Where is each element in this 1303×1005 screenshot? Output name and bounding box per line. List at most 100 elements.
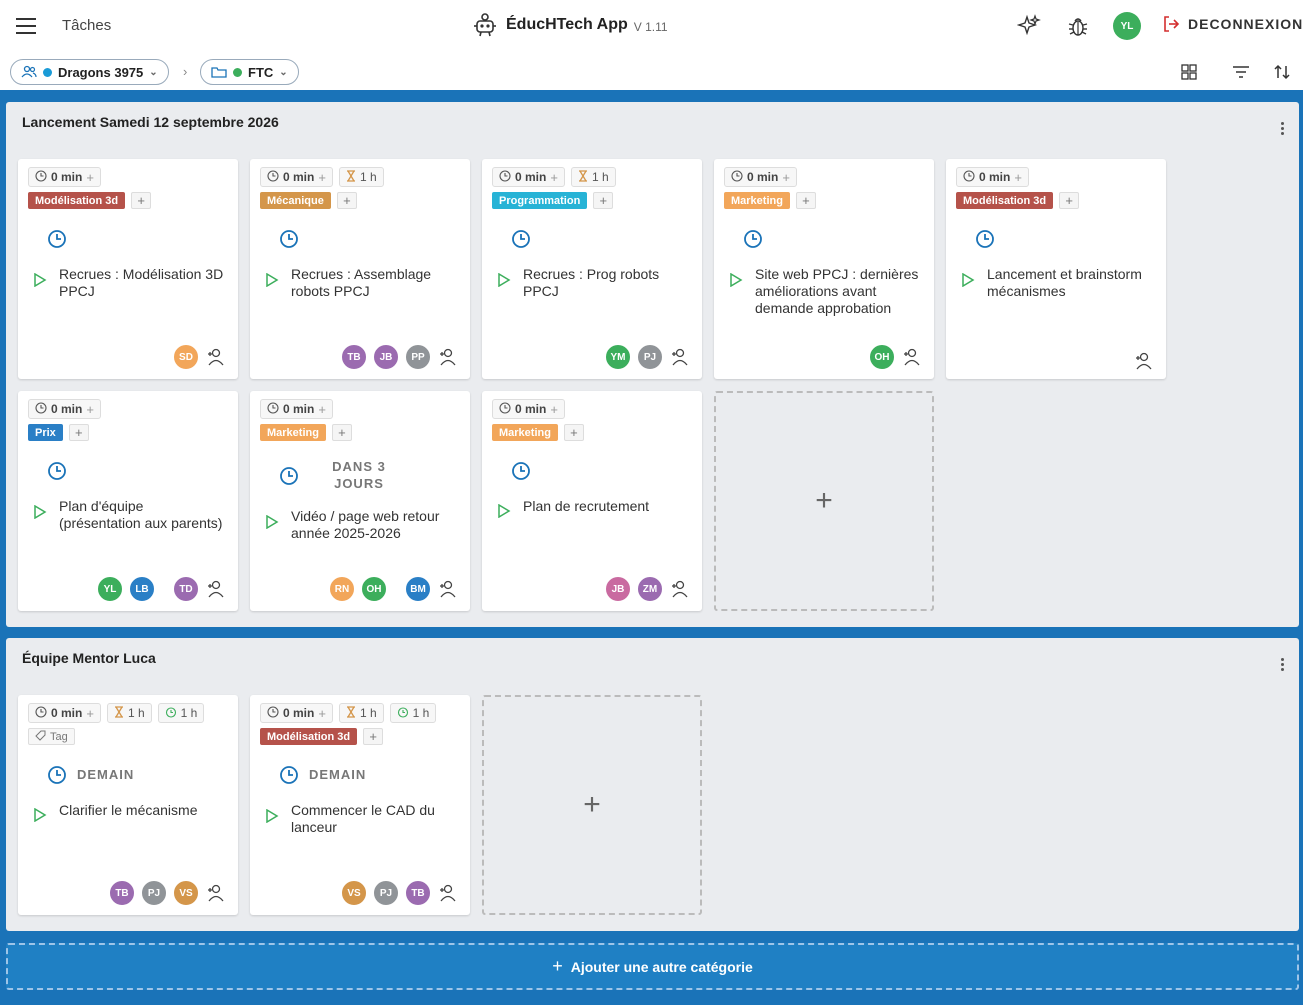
user-avatar[interactable]: YL <box>1113 12 1141 40</box>
bug-report-icon[interactable] <box>1065 13 1091 39</box>
add-tag-button[interactable]: + <box>68 424 89 441</box>
add-tag-button[interactable]: + <box>563 424 584 441</box>
play-icon[interactable] <box>265 808 279 824</box>
add-task-button[interactable]: + <box>714 391 934 611</box>
assignee-avatar[interactable]: VS <box>340 879 368 907</box>
assignee-avatar[interactable]: TB <box>340 343 368 371</box>
due-clock-icon[interactable] <box>47 765 67 785</box>
add-assignee-icon[interactable] <box>206 883 226 903</box>
add-tag-button[interactable]: + <box>336 192 357 209</box>
due-clock-icon[interactable] <box>511 461 531 481</box>
play-icon[interactable] <box>33 807 47 823</box>
add-tag-button[interactable]: + <box>795 192 816 209</box>
timer-pill[interactable]: 1 h <box>157 703 205 723</box>
assignee-avatar[interactable]: SD <box>172 343 200 371</box>
category-tag[interactable]: Modélisation 3d <box>260 728 358 745</box>
add-tag-button[interactable]: + <box>593 192 614 209</box>
ai-sparkle-icon[interactable] <box>1016 13 1042 39</box>
add-tag-button[interactable]: + <box>131 192 152 209</box>
category-tag[interactable]: Modélisation 3d <box>956 192 1054 209</box>
assignee-avatar[interactable]: PJ <box>372 879 400 907</box>
due-clock-icon[interactable] <box>47 461 67 481</box>
due-clock-icon[interactable] <box>279 765 299 785</box>
due-clock-icon[interactable] <box>743 229 763 249</box>
task-title[interactable]: Recrues : Assemblage robots PPCJ <box>291 266 461 300</box>
add-tag-button[interactable]: + <box>363 728 384 745</box>
assignee-avatar[interactable]: JB <box>372 343 400 371</box>
add-assignee-icon[interactable] <box>438 883 458 903</box>
task-card[interactable]: 0 min +1 h1 h Modélisation 3d + DEMAIN Com… <box>250 695 470 915</box>
add-assignee-icon[interactable] <box>1134 351 1154 371</box>
time-spent-pill[interactable]: 0 min + <box>956 167 1029 187</box>
play-icon[interactable] <box>729 272 743 288</box>
assignee-avatar[interactable]: JB <box>604 575 632 603</box>
due-clock-icon[interactable] <box>511 229 531 249</box>
task-title[interactable]: Plan de recrutement <box>523 498 693 515</box>
task-title[interactable]: Recrues : Modélisation 3D PPCJ <box>59 266 229 300</box>
category-tag[interactable]: Marketing <box>724 192 790 209</box>
assignee-avatar[interactable]: YM <box>604 343 632 371</box>
task-title[interactable]: Plan d'équipe (présentation aux parents) <box>59 498 229 532</box>
assignee-avatar[interactable]: YL <box>96 575 124 603</box>
category-tag[interactable]: Marketing <box>492 424 558 441</box>
add-assignee-icon[interactable] <box>902 347 922 367</box>
play-icon[interactable] <box>265 514 279 530</box>
estimate-pill[interactable]: 1 h <box>570 167 616 187</box>
timer-pill[interactable]: 1 h <box>389 703 437 723</box>
task-title[interactable]: Commencer le CAD du lanceur <box>291 802 461 836</box>
program-selector[interactable]: FTC ⌄ <box>200 59 299 85</box>
category-tag[interactable]: Programmation <box>492 192 588 209</box>
task-card[interactable]: 0 min + Modélisation 3d + Lancement et bra… <box>946 159 1166 379</box>
add-tag-button[interactable]: + <box>331 424 352 441</box>
time-spent-pill[interactable]: 0 min + <box>492 399 565 419</box>
task-card[interactable]: 0 min + Marketing + Plan de recrutement JB… <box>482 391 702 611</box>
category-tag[interactable]: Modélisation 3d <box>28 192 126 209</box>
time-spent-pill[interactable]: 0 min + <box>492 167 565 187</box>
assignee-avatar[interactable]: PJ <box>140 879 168 907</box>
add-assignee-icon[interactable] <box>670 579 690 599</box>
add-assignee-icon[interactable] <box>438 579 458 599</box>
time-spent-pill[interactable]: 0 min + <box>260 703 333 723</box>
play-icon[interactable] <box>961 272 975 288</box>
add-assignee-icon[interactable] <box>438 347 458 367</box>
category-tag[interactable]: Mécanique <box>260 192 331 209</box>
assignee-avatar[interactable]: TD <box>172 575 200 603</box>
menu-icon[interactable] <box>16 18 36 34</box>
add-assignee-icon[interactable] <box>206 579 226 599</box>
estimate-pill[interactable]: 1 h <box>338 703 384 723</box>
due-clock-icon[interactable] <box>47 229 67 249</box>
filter-icon[interactable] <box>1230 61 1252 83</box>
play-icon[interactable] <box>265 272 279 288</box>
sort-icon[interactable] <box>1271 61 1293 83</box>
category-tag[interactable]: Marketing <box>260 424 326 441</box>
task-card[interactable]: 0 min + Marketing + Site web PPCJ : derniè… <box>714 159 934 379</box>
task-card[interactable]: 0 min + Marketing + DANS 3 JOURS Vidéo / p… <box>250 391 470 611</box>
assignee-avatar[interactable]: OH <box>868 343 896 371</box>
team-selector[interactable]: Dragons 3975 ⌄ <box>10 59 169 85</box>
play-icon[interactable] <box>497 272 511 288</box>
task-card[interactable]: 0 min +1 h Mécanique + Recrues : Assemblag… <box>250 159 470 379</box>
time-spent-pill[interactable]: 0 min + <box>28 703 101 723</box>
task-card[interactable]: 0 min + Prix + Plan d'équipe (présentation … <box>18 391 238 611</box>
task-title[interactable]: Clarifier le mécanisme <box>59 802 229 819</box>
more-vert-icon[interactable] <box>1281 658 1285 673</box>
assignee-avatar[interactable]: VS <box>172 879 200 907</box>
assignee-avatar[interactable]: PJ <box>636 343 664 371</box>
task-card[interactable]: 0 min +1 h1 h Tag DEMAIN Clarifier le méc… <box>18 695 238 915</box>
due-clock-icon[interactable] <box>279 466 299 486</box>
task-title[interactable]: Lancement et brainstorm mécanismes <box>987 266 1157 300</box>
more-vert-icon[interactable] <box>1281 122 1285 137</box>
category-tag[interactable]: Prix <box>28 424 63 441</box>
estimate-pill[interactable]: 1 h <box>106 703 152 723</box>
time-spent-pill[interactable]: 0 min + <box>28 167 101 187</box>
task-card[interactable]: 0 min +1 h Programmation + Recrues : Prog … <box>482 159 702 379</box>
due-clock-icon[interactable] <box>279 229 299 249</box>
task-title[interactable]: Vidéo / page web retour année 2025-2026 <box>291 508 461 542</box>
grid-view-icon[interactable] <box>1178 61 1200 83</box>
add-tag-button[interactable]: Tag <box>28 728 75 745</box>
assignee-avatar[interactable]: RN <box>328 575 356 603</box>
assignee-avatar[interactable]: TB <box>404 879 432 907</box>
play-icon[interactable] <box>33 504 47 520</box>
task-title[interactable]: Site web PPCJ : dernières améliorations a… <box>755 266 925 317</box>
assignee-avatar[interactable]: TB <box>108 879 136 907</box>
